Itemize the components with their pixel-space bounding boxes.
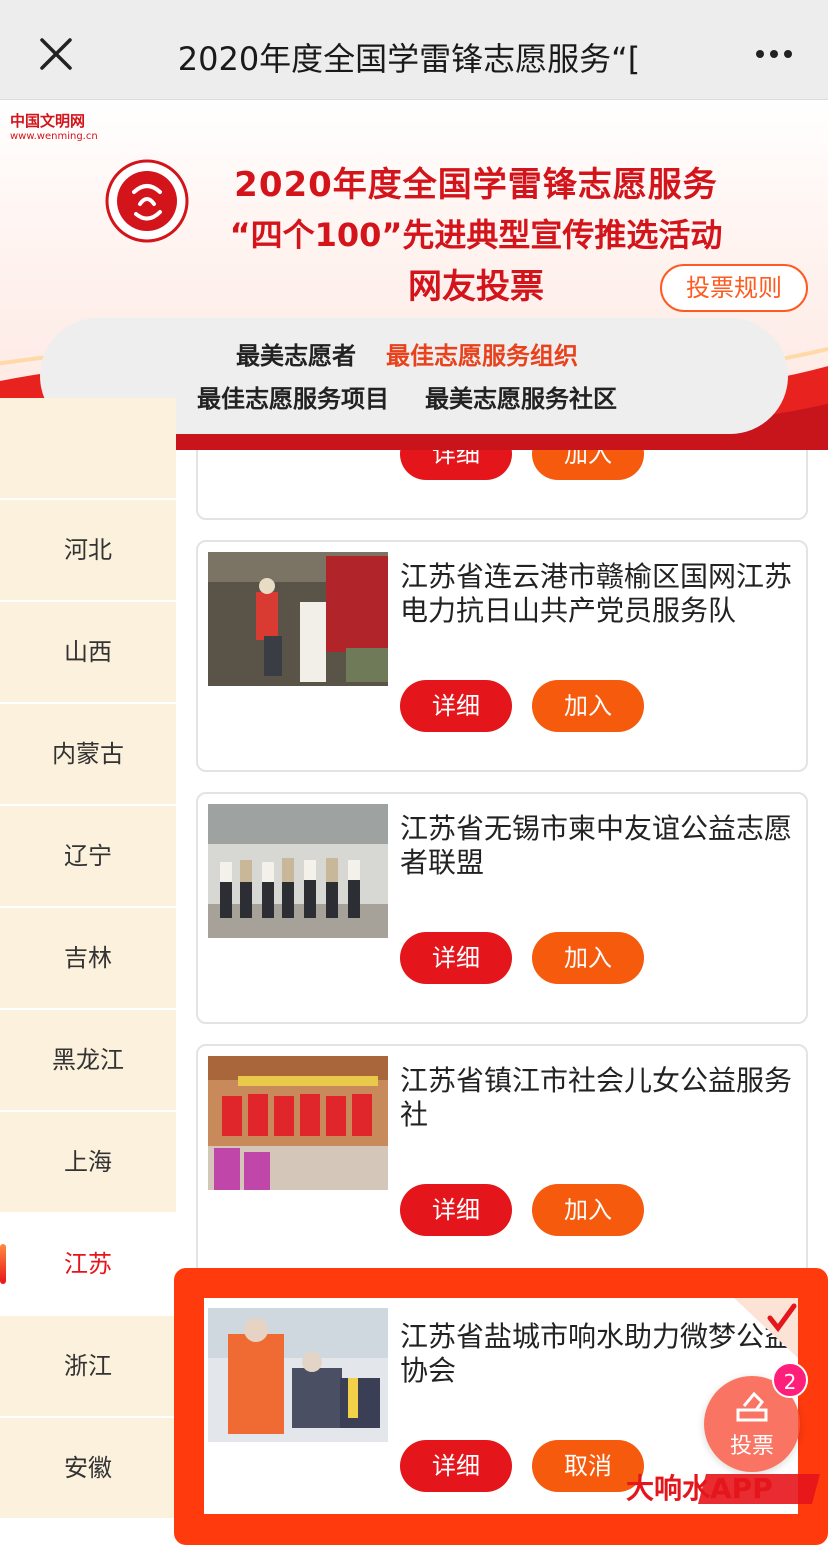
sidebar-item-jilin[interactable]: 吉林 [0, 908, 176, 1008]
selected-check-icon [734, 1298, 798, 1358]
organization-photo [208, 1056, 388, 1190]
detail-button[interactable]: 详细 [400, 450, 512, 480]
join-button[interactable]: 加入 [532, 680, 644, 732]
sidebar-item-label: 江苏 [64, 1250, 112, 1278]
detail-button[interactable]: 详细 [400, 932, 512, 984]
vote-count-badge: 2 [772, 1362, 808, 1398]
sidebar-item-heilongjiang[interactable]: 黑龙江 [0, 1010, 176, 1110]
sidebar-item-hebei[interactable]: 河北 [0, 500, 176, 600]
category-tab-volunteer[interactable]: 最美志愿者 [236, 336, 356, 371]
app-watermark: 大响水APP [626, 1472, 820, 1505]
join-button[interactable]: 加入 [532, 932, 644, 984]
join-button[interactable]: 加入 [532, 1184, 644, 1236]
vote-rules-button[interactable]: 投票规则 [660, 264, 808, 312]
svg-text:大响水APP: 大响水APP [626, 1472, 773, 1505]
organization-photo [208, 1308, 388, 1442]
close-icon[interactable] [30, 28, 82, 80]
ballot-box-icon [736, 1391, 768, 1422]
detail-button[interactable]: 详细 [400, 1184, 512, 1236]
category-tab-organization[interactable]: 最佳志愿服务组织 [386, 336, 578, 371]
category-tab-community[interactable]: 最美志愿服务社区 [425, 379, 617, 414]
sidebar-item-shanghai[interactable]: 上海 [0, 1112, 176, 1212]
site-logo: 中国文明网 www.wenming.cn [10, 112, 98, 142]
organization-photo [208, 552, 388, 686]
organization-photo [208, 804, 388, 938]
organization-title: 江苏省镇江市社会儿女公益服务社 [400, 1064, 793, 1131]
sidebar-item-shanxi[interactable]: 山西 [0, 602, 176, 702]
sidebar-item-liaoning[interactable]: 辽宁 [0, 806, 176, 906]
sidebar-item-zhejiang[interactable]: 浙江 [0, 1316, 176, 1416]
active-indicator [0, 1244, 6, 1284]
category-tab-project[interactable]: 最佳志愿服务项目 [197, 379, 389, 414]
sidebar-item-partial[interactable] [0, 398, 176, 498]
sidebar-item-anhui[interactable]: 安徽 [0, 1418, 176, 1518]
page-title: 2020年度全国学雷锋志愿服务“[ [177, 40, 641, 78]
vote-button-label: 投票 [729, 1434, 774, 1459]
more-icon[interactable] [754, 38, 794, 68]
list-item: 江苏省连云港市赣榆区国网江苏电力抗日山共产党员服务队 详细 加入 [196, 540, 808, 772]
organization-title: 江苏省无锡市柬中友谊公益志愿者联盟 [400, 812, 793, 879]
top-nav-bar: 2020年度全国学雷锋志愿服务“[ [0, 0, 828, 100]
list-item: 江苏省无锡市柬中友谊公益志愿者联盟 详细 加入 [196, 792, 808, 1024]
sidebar-item-jiangsu[interactable]: 江苏 [0, 1214, 176, 1314]
list-item: 详细 加入 [196, 450, 808, 520]
province-sidebar: 河北 山西 内蒙古 辽宁 吉林 黑龙江 上海 江苏 浙江 安徽 [0, 398, 176, 1545]
join-button[interactable]: 加入 [532, 450, 644, 480]
list-item: 江苏省镇江市社会儿女公益服务社 详细 加入 [196, 1044, 808, 1276]
detail-button[interactable]: 详细 [400, 1440, 512, 1492]
detail-button[interactable]: 详细 [400, 680, 512, 732]
sidebar-item-neimenggu[interactable]: 内蒙古 [0, 704, 176, 804]
volunteer-emblem-icon [105, 159, 189, 243]
organization-title: 江苏省连云港市赣榆区国网江苏电力抗日山共产党员服务队 [400, 560, 793, 627]
